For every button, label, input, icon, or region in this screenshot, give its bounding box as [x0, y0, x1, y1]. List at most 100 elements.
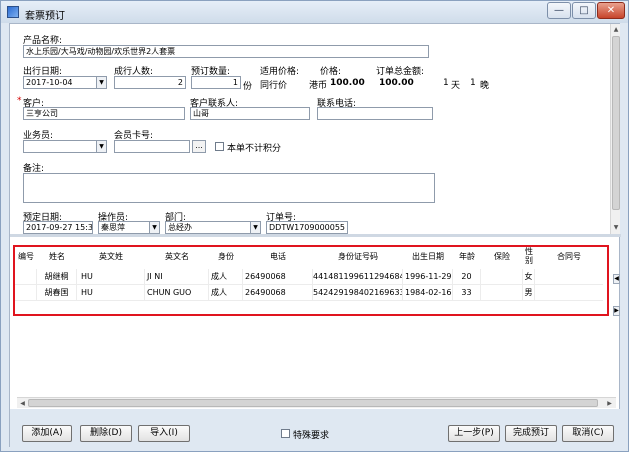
- row-no[interactable]: [15, 269, 37, 285]
- row-insurance[interactable]: [481, 269, 523, 285]
- minimize-button[interactable]: —: [547, 2, 571, 19]
- col-header[interactable]: 英文名: [145, 247, 209, 269]
- scroll-thumb[interactable]: [612, 36, 620, 210]
- scroll-right-icon[interactable]: ▶: [613, 306, 620, 316]
- scroll-left-icon[interactable]: ◀: [613, 274, 620, 284]
- grid-horizontal-scrollbar[interactable]: ◀ ▶: [17, 397, 616, 408]
- cancel-button[interactable]: 取消(C): [562, 425, 614, 442]
- col-header[interactable]: 身份证号码: [313, 247, 403, 269]
- scroll-right-icon[interactable]: ▶: [605, 399, 614, 408]
- col-header[interactable]: 电话: [243, 247, 313, 269]
- booking-date-field[interactable]: 2017-09-27 15:38: [23, 221, 93, 234]
- add-button[interactable]: 添加(A): [22, 425, 72, 442]
- chevron-down-icon[interactable]: ▼: [96, 77, 106, 88]
- row-en-last[interactable]: HU: [77, 269, 145, 285]
- row-id-number[interactable]: 441481199611294684: [313, 269, 403, 285]
- col-header[interactable]: 身份: [209, 247, 243, 269]
- scroll-left-icon[interactable]: ◀: [18, 399, 27, 408]
- operator-value: 秦思萍: [101, 223, 125, 232]
- table-row[interactable]: 胡春国 HU CHUN GUO 成人 26490068 542429198402…: [15, 285, 607, 301]
- row-contract[interactable]: [535, 269, 603, 285]
- row-phone[interactable]: 26490068: [243, 269, 313, 285]
- delete-button[interactable]: 删除(D): [80, 425, 132, 442]
- row-name[interactable]: 胡春国: [37, 285, 77, 301]
- chevron-down-icon[interactable]: ▼: [149, 222, 159, 233]
- department-select[interactable]: 总经办 ▼: [165, 221, 261, 234]
- col-header[interactable]: 姓名: [37, 247, 77, 269]
- maximize-button[interactable]: □: [572, 2, 596, 19]
- col-header[interactable]: 合同号: [535, 247, 603, 269]
- row-name[interactable]: 胡继桐: [37, 269, 77, 285]
- col-header[interactable]: 英文姓: [77, 247, 145, 269]
- chevron-down-icon[interactable]: ▼: [250, 222, 260, 233]
- row-identity[interactable]: 成人: [209, 269, 243, 285]
- chevron-down-icon[interactable]: ▼: [96, 141, 106, 152]
- duration-night-unit: 晚: [480, 81, 490, 91]
- customer-contact-field[interactable]: 山哥: [190, 107, 310, 120]
- row-identity[interactable]: 成人: [209, 285, 243, 301]
- order-total-label: 订单总金额:: [376, 67, 425, 77]
- form-vertical-scrollbar[interactable]: ▲ ▼: [610, 24, 620, 234]
- prev-button[interactable]: 上一步(P): [448, 425, 500, 442]
- col-header[interactable]: 年龄: [453, 247, 481, 269]
- scroll-thumb[interactable]: [28, 399, 598, 407]
- order-total-value: 100.00: [379, 78, 414, 88]
- duration-days: 1: [443, 78, 449, 88]
- table-row[interactable]: 胡继桐 HU JI NI 成人 26490068 441481199611294…: [15, 269, 607, 285]
- row-gender[interactable]: 女: [523, 269, 535, 285]
- remarks-textarea[interactable]: [23, 173, 435, 203]
- contact-phone-field[interactable]: [317, 107, 433, 120]
- member-card-browse-button[interactable]: ...: [192, 140, 206, 153]
- member-card-field[interactable]: [114, 140, 190, 153]
- row-phone[interactable]: 26490068: [243, 285, 313, 301]
- price-label: 价格:: [320, 67, 342, 77]
- row-birth[interactable]: 1996-11-29: [403, 269, 453, 285]
- col-header[interactable]: 出生日期: [403, 247, 453, 269]
- product-field[interactable]: 水上乐园/大马戏/动物园/欢乐世界2人套票: [23, 45, 429, 58]
- applicable-price-value: 同行价: [260, 81, 288, 91]
- customer-required-mark: *: [17, 96, 22, 106]
- traveler-grid: 编号 姓名 英文姓 英文名 身份 电话 身份证号码 出生日期 年龄 保险 性别 …: [13, 245, 609, 316]
- adults-field[interactable]: 2: [114, 76, 186, 89]
- col-header[interactable]: 保险: [481, 247, 523, 269]
- table-header: 编号 姓名 英文姓 英文名 身份 电话 身份证号码 出生日期 年龄 保险 性别 …: [15, 247, 607, 269]
- row-en-last[interactable]: HU: [77, 285, 145, 301]
- col-header[interactable]: 编号: [15, 247, 37, 269]
- button-bar: 添加(A) 删除(D) 导入(I) 特殊要求 上一步(P) 完成预订 取消(C): [10, 409, 621, 448]
- customer-field[interactable]: 三亨公司: [23, 107, 185, 120]
- row-birth[interactable]: 1984-02-16: [403, 285, 453, 301]
- no-points-checkbox[interactable]: [215, 142, 224, 151]
- special-request-checkbox[interactable]: [281, 429, 290, 438]
- grid-side-scroller[interactable]: ◀ ▶: [613, 258, 621, 318]
- import-button[interactable]: 导入(I): [138, 425, 190, 442]
- row-gender[interactable]: 男: [523, 285, 535, 301]
- scroll-up-icon[interactable]: ▲: [612, 25, 620, 34]
- window-title: 套票预订: [25, 11, 65, 22]
- finish-booking-button[interactable]: 完成预订: [505, 425, 557, 442]
- quantity-field[interactable]: 1: [191, 76, 241, 89]
- scroll-down-icon[interactable]: ▼: [612, 223, 620, 232]
- row-contract[interactable]: [535, 285, 603, 301]
- salesperson-select[interactable]: ▼: [23, 140, 107, 153]
- applicable-price-label: 适用价格:: [260, 67, 300, 77]
- no-points-label: 本单不计积分: [227, 144, 282, 154]
- row-age[interactable]: 33: [453, 285, 481, 301]
- title-bar[interactable]: 套票预订 — □ ✕: [1, 1, 628, 23]
- order-no-field: DDTW1709000055: [266, 221, 348, 234]
- row-insurance[interactable]: [481, 285, 523, 301]
- departure-date-picker[interactable]: 2017-10-04 ▼: [23, 76, 107, 89]
- client-area: 产品名称: 水上乐园/大马戏/动物园/欢乐世界2人套票 出行日期: 2017-1…: [9, 23, 621, 448]
- quantity-unit: 份: [243, 82, 253, 92]
- col-header[interactable]: 性别: [523, 247, 535, 269]
- row-en-first[interactable]: CHUN GUO: [145, 285, 209, 301]
- row-en-first[interactable]: JI NI: [145, 269, 209, 285]
- app-icon: [7, 6, 19, 18]
- row-id-number[interactable]: 542429198402169633: [313, 285, 403, 301]
- row-age[interactable]: 20: [453, 269, 481, 285]
- booking-window: 套票预订 — □ ✕ 产品名称: 水上乐园/大马戏/动物园/欢乐世界2人套票 出…: [0, 0, 629, 452]
- row-no[interactable]: [15, 285, 37, 301]
- close-button[interactable]: ✕: [597, 2, 625, 19]
- operator-select[interactable]: 秦思萍 ▼: [98, 221, 160, 234]
- duration-day-unit: 天: [451, 81, 461, 91]
- price-currency: 港币: [309, 81, 328, 91]
